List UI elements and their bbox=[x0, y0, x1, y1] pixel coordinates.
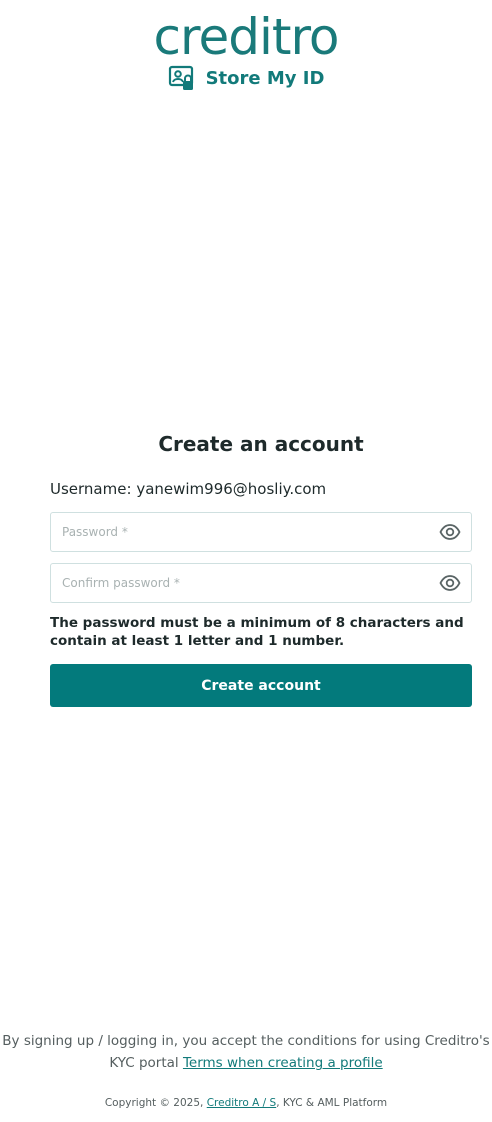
username-value: yanewim996@hosliy.com bbox=[136, 480, 327, 498]
id-card-lock-icon bbox=[168, 64, 196, 92]
password-hint: The password must be a minimum of 8 char… bbox=[50, 615, 464, 649]
terms-notice: By signing up / logging in, you accept t… bbox=[0, 1030, 492, 1074]
creditro-logo: creditro bbox=[153, 8, 340, 66]
eye-icon[interactable] bbox=[439, 573, 461, 593]
copyright: Copyright © 2025, Creditro A / S, KYC & … bbox=[0, 1097, 492, 1109]
copyright-suffix: , KYC & AML Platform bbox=[276, 1097, 388, 1109]
password-field bbox=[50, 512, 472, 552]
terms-link[interactable]: Terms when creating a profile bbox=[183, 1055, 383, 1071]
username-display: Username: yanewim996@hosliy.com bbox=[50, 478, 472, 500]
password-input[interactable] bbox=[62, 513, 422, 551]
page-title: Create an account bbox=[158, 432, 364, 456]
product-header: Store My ID bbox=[0, 64, 492, 92]
username-label: Username: bbox=[50, 480, 132, 498]
create-account-form: Create an account Username: yanewim996@h… bbox=[50, 424, 472, 707]
create-account-button[interactable]: Create account bbox=[50, 664, 472, 707]
eye-icon[interactable] bbox=[439, 522, 461, 542]
confirm-password-input[interactable] bbox=[62, 564, 422, 602]
confirm-password-field bbox=[50, 563, 472, 603]
copyright-prefix: Copyright © 2025, bbox=[104, 1097, 204, 1109]
company-link[interactable]: Creditro A / S bbox=[207, 1097, 277, 1109]
product-name: Store My ID bbox=[205, 67, 325, 89]
